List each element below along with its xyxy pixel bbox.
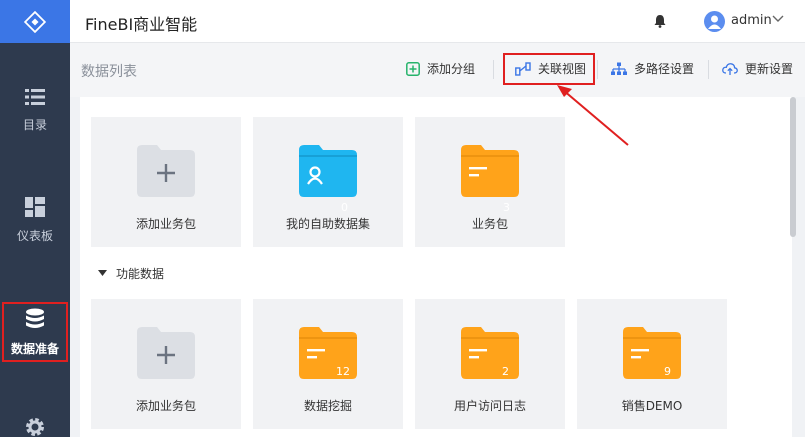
update-settings-button[interactable]: 更新设置 (722, 60, 793, 77)
section-title: 功能数据 (116, 267, 165, 281)
toolbar-divider (493, 60, 494, 79)
add-group-label: 添加分组 (427, 62, 476, 76)
sidebar-item-catalog[interactable]: 目录 (0, 88, 70, 133)
app-title: FineBI商业智能 (85, 15, 198, 34)
add-folder-icon (137, 327, 195, 379)
data-mining-card[interactable]: 12 数据挖掘 (253, 299, 403, 429)
page-title: 数据列表 (81, 64, 137, 80)
multipath-settings-button[interactable]: 多路径设置 (611, 60, 694, 77)
sidebar-item-dashboard[interactable]: 仪表板 (0, 197, 70, 244)
folder-count: 0 (341, 201, 348, 214)
section-header-function-data[interactable]: 功能数据 (98, 265, 164, 282)
add-folder-icon (137, 145, 195, 197)
add-group-button[interactable]: 添加分组 (406, 60, 475, 77)
caret-down-icon (98, 270, 107, 276)
card-label: 业务包 (471, 217, 508, 231)
multipath-settings-label: 多路径设置 (634, 62, 695, 76)
update-settings-label: 更新设置 (745, 62, 794, 76)
relation-view-highlight-box (503, 53, 595, 85)
data-list-panel: 添加业务包 0 我的自助数据集 3 业务包 功能数据 添加业务包 12 数据挖掘… (80, 97, 792, 437)
multipath-icon (611, 62, 627, 75)
add-group-icon (406, 61, 420, 76)
card-label: 添加业务包 (135, 399, 196, 413)
app-logo[interactable] (0, 0, 70, 43)
sales-demo-card[interactable]: 9 销售DEMO (577, 299, 727, 429)
list-icon (25, 89, 45, 105)
dashboard-icon (25, 197, 45, 217)
toolbar: 数据列表 添加分组 关联视图 多路径设置 更新设置 (70, 43, 805, 97)
card-label: 添加业务包 (135, 217, 196, 231)
sidebar-item-label: 仪表板 (16, 229, 53, 243)
user-folder-icon (299, 145, 357, 197)
user-icon (708, 15, 721, 29)
scrollbar[interactable] (790, 97, 796, 237)
folder-icon (461, 327, 519, 379)
folder-count: 12 (336, 365, 350, 378)
my-dataset-card[interactable]: 0 我的自助数据集 (253, 117, 403, 247)
bell-icon[interactable] (654, 14, 666, 28)
folder-count: 2 (502, 365, 509, 378)
folder-count: 9 (664, 365, 671, 378)
card-label: 我的自助数据集 (285, 217, 370, 231)
card-label: 用户访问日志 (453, 399, 526, 413)
sidebar-item-label: 目录 (22, 118, 47, 132)
card-label: 销售DEMO (621, 399, 683, 413)
sidebar-highlight-box (2, 302, 68, 362)
chevron-down-icon[interactable] (772, 15, 784, 23)
cloud-update-icon (722, 62, 738, 75)
top-header: FineBI商业智能 admin (70, 0, 805, 43)
toolbar-divider (708, 60, 709, 79)
sidebar-item-settings[interactable] (0, 416, 70, 437)
logo-icon (24, 10, 46, 33)
access-log-card[interactable]: 2 用户访问日志 (415, 299, 565, 429)
folder-count: 3 (503, 201, 510, 214)
folder-icon (623, 327, 681, 379)
folder-icon (461, 145, 519, 197)
add-package-card[interactable]: 添加业务包 (91, 299, 241, 429)
user-name[interactable]: admin (731, 13, 772, 28)
card-label: 数据挖掘 (303, 399, 352, 413)
gear-icon (26, 418, 44, 436)
sidebar: 目录 仪表板 数据准备 (0, 0, 70, 437)
toolbar-divider (597, 60, 598, 79)
business-package-card[interactable]: 3 业务包 (415, 117, 565, 247)
avatar[interactable] (704, 11, 725, 32)
add-package-card[interactable]: 添加业务包 (91, 117, 241, 247)
